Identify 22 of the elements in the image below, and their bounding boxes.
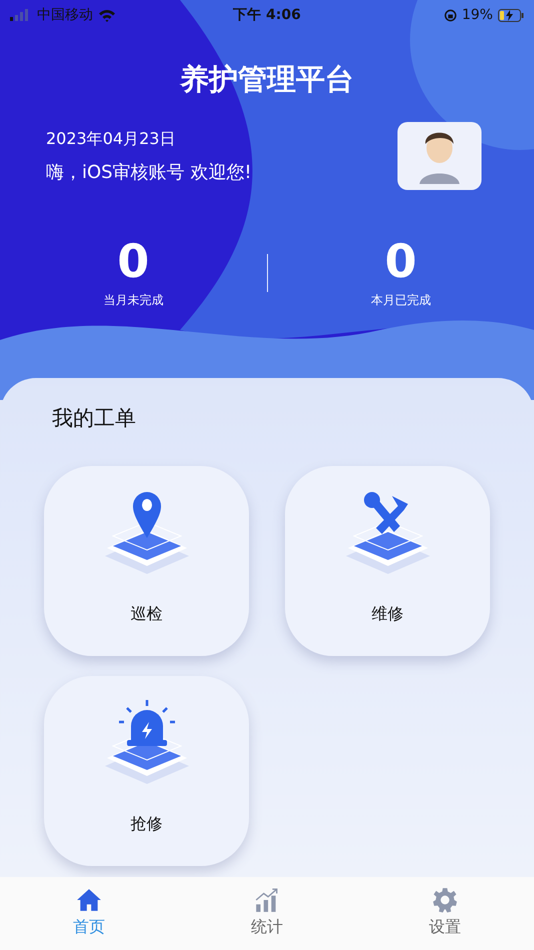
bar-chart-icon [254, 887, 280, 913]
carrier-name: 中国移动 [37, 6, 93, 24]
stat-label: 本月已完成 [370, 292, 432, 309]
tab[interactable]: 设置 [405, 887, 485, 938]
stat-label: 当月未完成 [102, 292, 164, 309]
work-order-card[interactable]: 抢修 [44, 676, 249, 866]
status-time: 下午 4:06 [233, 6, 301, 24]
wifi-icon [98, 8, 116, 22]
battery-percent: 19% [462, 7, 493, 23]
settings-icon [432, 887, 458, 913]
tab[interactable]: 统计 [227, 887, 307, 938]
page-title: 养护管理平台 [178, 61, 355, 98]
stat-value: 0 [116, 236, 150, 286]
work-order-card[interactable]: 巡检 [44, 466, 249, 656]
section-title: 我的工单 [52, 405, 137, 432]
greeting-text: 嗨，iOS审核账号 欢迎您! [46, 160, 252, 184]
date-text: 2023年04月23日 [46, 128, 176, 150]
stat-value: 0 [384, 236, 418, 286]
home-icon [76, 887, 102, 913]
rotation-lock-icon [444, 8, 457, 22]
work-order-card[interactable]: 维修 [285, 466, 490, 656]
battery-icon [498, 8, 524, 22]
